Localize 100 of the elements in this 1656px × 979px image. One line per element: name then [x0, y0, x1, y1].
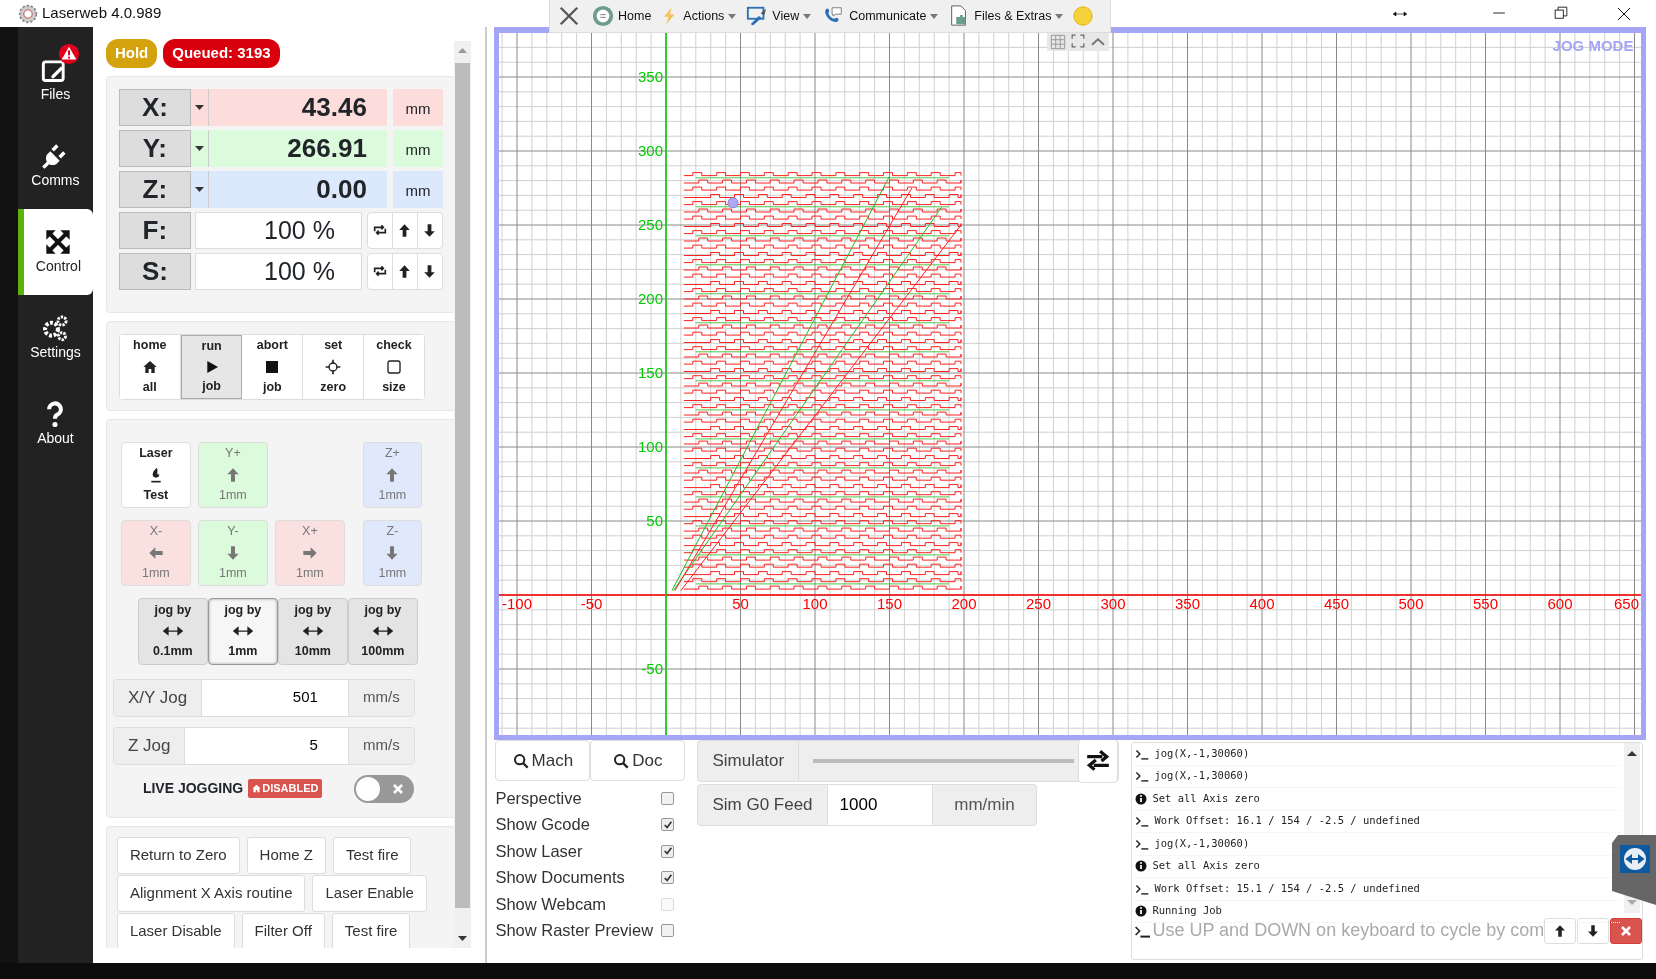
console-line: Work Offset: 16.1 / 154 / -2.5 / undefined — [1154, 813, 1420, 829]
option-label: Show Laser — [495, 840, 584, 862]
toolbar-menu[interactable]: View — [746, 5, 812, 27]
axis-label: -50 — [641, 660, 664, 677]
history-down-button[interactable] — [1577, 917, 1610, 944]
cross-icon — [392, 782, 405, 795]
axis-label: -100 — [502, 595, 533, 612]
square-icon — [385, 358, 402, 375]
unit-label: mm — [392, 129, 443, 167]
jog-button[interactable]: Z- 1mm — [362, 519, 422, 586]
axis-label: 100 — [638, 438, 664, 455]
macro-button[interactable]: Home Z — [246, 836, 326, 874]
status-badge: Hold — [105, 39, 158, 68]
axis-label: 250 — [1026, 595, 1052, 612]
reset-icon — [371, 222, 388, 238]
toolbar-menu[interactable]: Actions — [661, 5, 737, 27]
axis-value: 43.46 — [208, 88, 387, 126]
macro-button[interactable]: Laser Enable — [312, 874, 427, 912]
sidebar-tab[interactable]: Comms — [18, 123, 93, 209]
override-value: 100 % — [194, 252, 362, 290]
laser-position-icon — [727, 197, 739, 209]
view-button[interactable]: Doc — [590, 740, 686, 781]
override-label: F: — [118, 211, 191, 249]
jog-button[interactable]: Y- 1mm — [197, 519, 268, 586]
unit-label: mm — [392, 170, 443, 208]
window-title: Laserweb 4.0.989 — [42, 3, 162, 24]
macro-button[interactable]: Test fire — [332, 836, 412, 874]
axis-value: 266.91 — [208, 129, 387, 167]
double-arrow-icon — [232, 626, 253, 636]
checkbox[interactable] — [661, 844, 675, 858]
swap-button[interactable] — [1078, 739, 1119, 783]
axis-label: 150 — [638, 364, 664, 381]
macro-button[interactable]: Return to Zero — [116, 836, 240, 874]
jog-button[interactable]: Z+ 1mm — [362, 441, 422, 508]
job-button[interactable]: home all — [119, 334, 181, 399]
info-icon — [1135, 905, 1148, 918]
option-label: Show Webcam — [495, 893, 608, 915]
axis-value: 0.00 — [208, 170, 387, 208]
axis-label: 500 — [1398, 595, 1424, 612]
checkbox[interactable] — [661, 791, 675, 805]
close-icon[interactable] — [1616, 5, 1632, 22]
terminal-icon — [1135, 815, 1150, 828]
axis-label: 650 — [1614, 595, 1640, 612]
clear-button[interactable] — [1610, 917, 1643, 944]
mode-label: JOG MODE — [1552, 36, 1634, 56]
fullscreen-icon[interactable] — [1071, 34, 1086, 48]
remote-tab-icon[interactable] — [1612, 835, 1656, 905]
history-up-button[interactable] — [1544, 917, 1577, 944]
jog-step-button[interactable]: jog by 10mm — [277, 597, 348, 665]
macro-button[interactable]: Filter Off — [241, 912, 325, 948]
workspace-canvas[interactable]: -100 -50 50 100 150 200 250 300 350 400 450 500 550 600 650 350 300 250 200 150 100 50 -50 JOG MODE — [494, 27, 1647, 740]
home-icon — [141, 358, 158, 375]
feed-input[interactable]: 1000 — [827, 784, 933, 826]
toolbar-menu[interactable]: Home — [592, 5, 652, 27]
axis-label: 200 — [951, 595, 977, 612]
option-label: Show Documents — [495, 867, 626, 889]
toggle-switch[interactable] — [354, 774, 415, 803]
sidebar-tab[interactable]: Files — [18, 37, 93, 123]
toolbar-menu[interactable]: Communicate — [821, 5, 939, 27]
simulator-slider[interactable] — [813, 759, 1075, 763]
dial-icon — [592, 5, 614, 27]
checkbox[interactable] — [661, 924, 675, 938]
axis-label: Z: — [118, 170, 191, 208]
sidebar-tab[interactable]: Control — [18, 209, 93, 295]
axis-label: Y: — [118, 129, 191, 167]
terminal-icon — [1135, 837, 1150, 850]
unit-label: mm/min — [932, 784, 1038, 826]
override-value: 100 % — [194, 211, 362, 249]
console-line: Work Offset: 15.1 / 154 / -2.5 / undefined — [1154, 880, 1420, 896]
checkbox[interactable] — [661, 818, 675, 832]
job-button[interactable]: run job — [180, 334, 243, 399]
console-line: jog(X,-1,30060) — [1154, 835, 1250, 851]
macro-button[interactable]: Alignment X Axis routine — [116, 874, 306, 912]
checkbox[interactable] — [661, 871, 675, 885]
macro-button[interactable]: Laser Disable — [116, 912, 235, 948]
axis-label: 50 — [732, 595, 750, 612]
sidebar-tab[interactable]: About — [18, 381, 93, 467]
scrollbar[interactable] — [454, 41, 472, 948]
sidebar-tab[interactable]: Settings — [18, 295, 93, 381]
jog-button[interactable]: Y+ 1mm — [197, 441, 268, 508]
console-line: jog(X,-1,30060) — [1154, 768, 1250, 784]
close-icon[interactable] — [558, 5, 580, 27]
toolbar-menu[interactable]: Files & Extras — [948, 4, 1064, 28]
view-button[interactable]: Mach — [495, 740, 591, 781]
axis-label: 100 — [802, 595, 828, 612]
jog-button[interactable]: X+ 1mm — [274, 519, 345, 586]
search-icon — [613, 752, 630, 769]
jog-step-button[interactable]: jog by 100mm — [347, 597, 418, 665]
app-icon — [18, 3, 38, 24]
jog-step-button[interactable]: jog by 1mm — [207, 597, 278, 665]
jog-button[interactable]: X- 1mm — [120, 519, 191, 586]
axis-label: 450 — [1324, 595, 1350, 612]
axis-label: 300 — [1100, 595, 1126, 612]
field-label: Sim G0 Feed — [697, 784, 828, 826]
double-arrow-icon — [372, 626, 393, 636]
option-label: Show Raster Preview — [495, 920, 655, 942]
jog-step-button[interactable]: jog by 0.1mm — [137, 597, 208, 665]
restore-icon[interactable] — [1554, 5, 1568, 20]
macro-button[interactable]: Test fire — [331, 912, 411, 948]
laser-test-button[interactable]: Laser Test — [120, 441, 191, 508]
